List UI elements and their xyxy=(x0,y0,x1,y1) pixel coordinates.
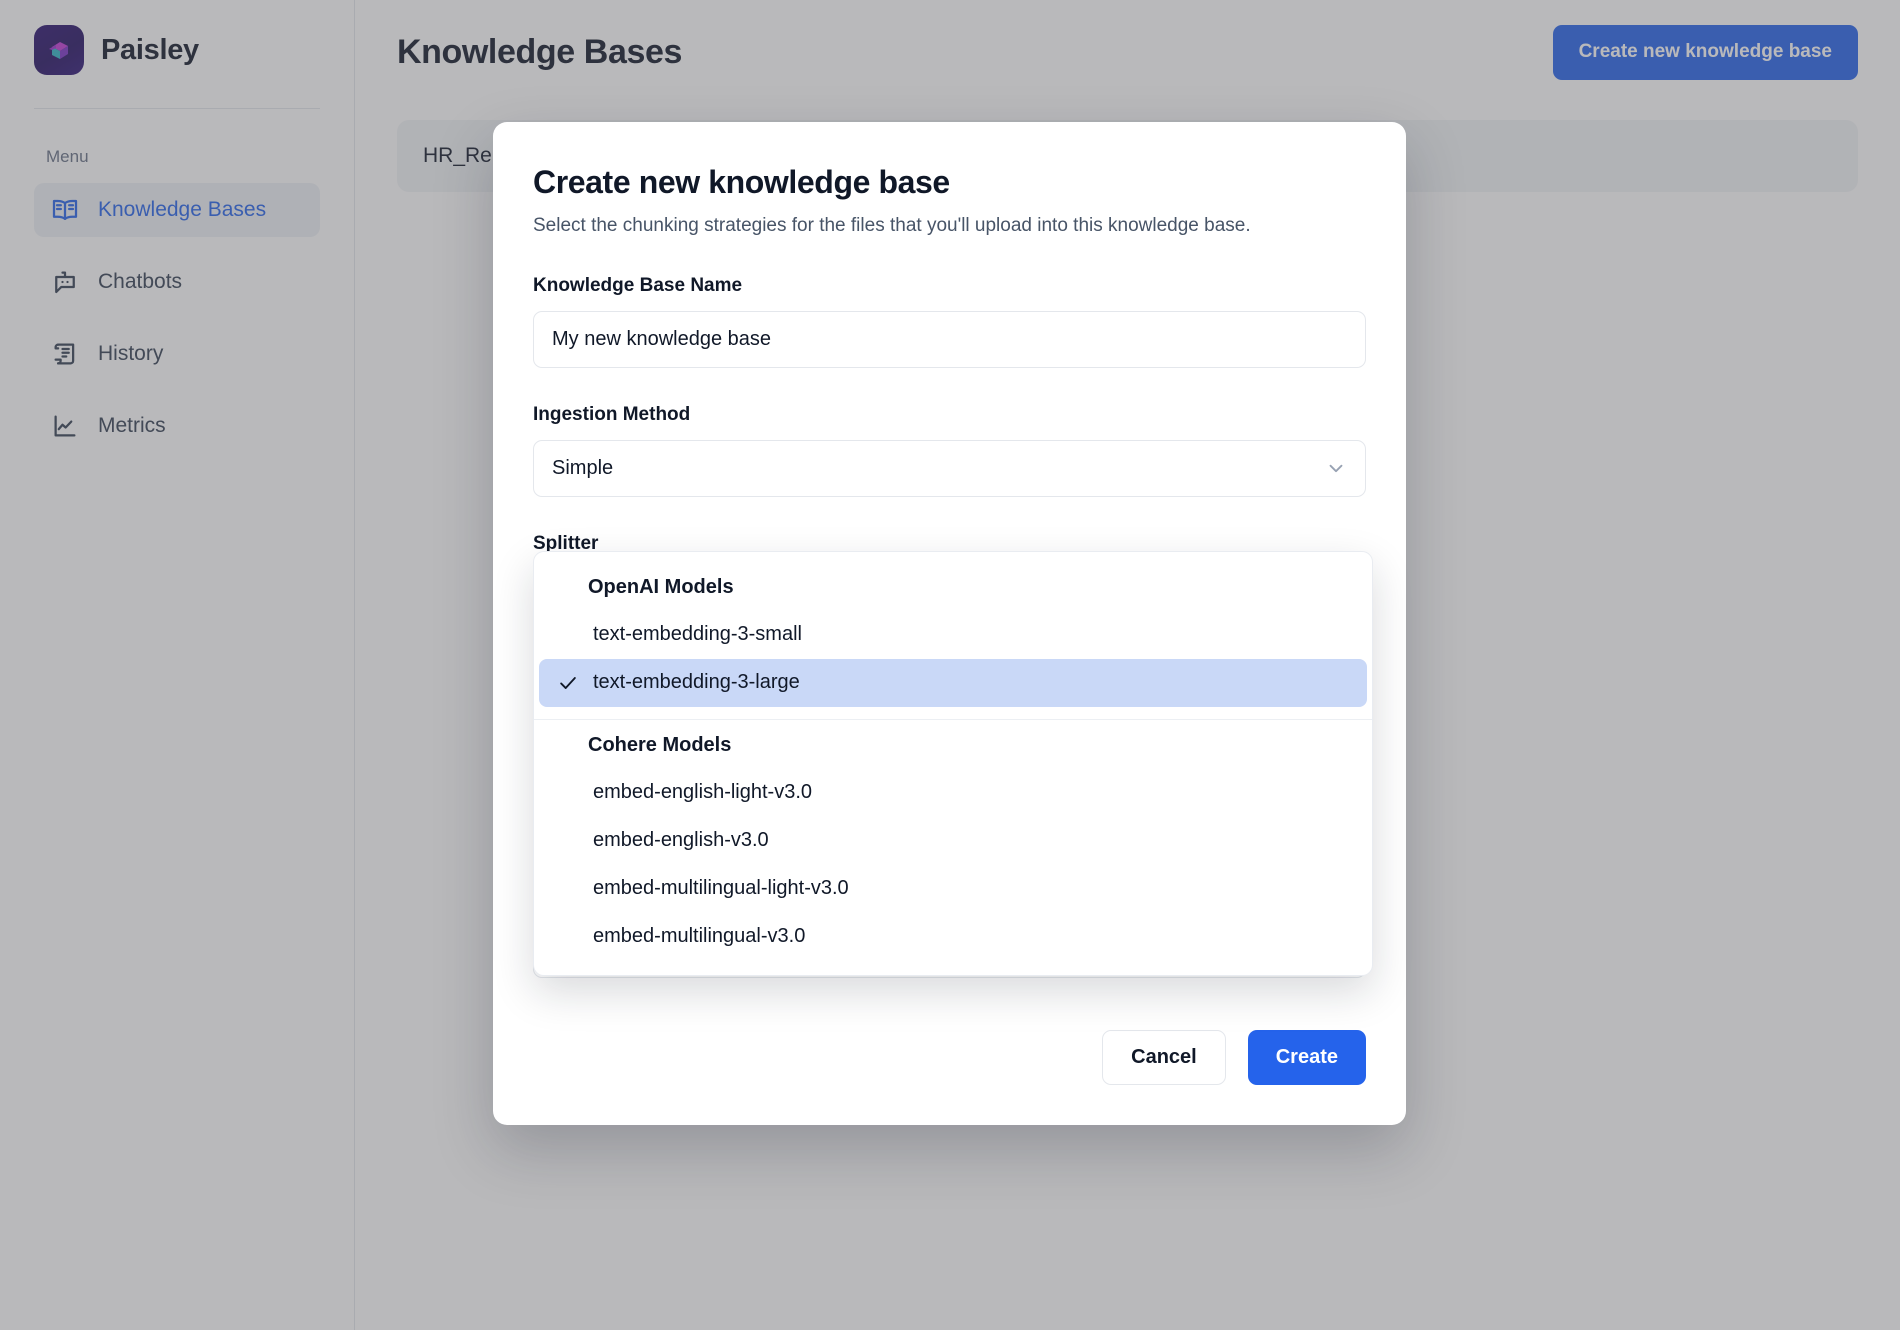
dropdown-option-embed-multilingual-light-v3[interactable]: embed-multilingual-light-v3.0 xyxy=(539,865,1367,913)
dropdown-group-cohere: Cohere Models embed-english-light-v3.0 e… xyxy=(534,720,1372,961)
dropdown-option-embed-multilingual-v3[interactable]: embed-multilingual-v3.0 xyxy=(539,913,1367,961)
create-button[interactable]: Create xyxy=(1247,1029,1366,1085)
ingestion-method-value: Simple xyxy=(552,456,614,479)
dropdown-group-label: OpenAI Models xyxy=(588,575,734,598)
knowledge-base-name-label: Knowledge Base Name xyxy=(533,274,743,296)
dialog-title: Create new knowledge base xyxy=(533,164,950,200)
splitter-field: Splitter OpenAI Models text-embedding-3-… xyxy=(533,533,1373,978)
knowledge-base-name-field: Knowledge Base Name My new knowledge bas… xyxy=(533,275,1366,368)
cancel-button[interactable]: Cancel xyxy=(1102,1029,1226,1085)
ingestion-method-field: Ingestion Method Simple xyxy=(533,404,1366,497)
embedding-model-dropdown: OpenAI Models text-embedding-3-small tex… xyxy=(533,550,1373,976)
knowledge-base-name-input[interactable]: My new knowledge base xyxy=(533,310,1366,368)
dropdown-option-embed-english-light-v3[interactable]: embed-english-light-v3.0 xyxy=(539,769,1367,817)
create-knowledge-base-dialog: Create new knowledge base Select the chu… xyxy=(493,122,1406,1125)
dropdown-option-text-embedding-3-large[interactable]: text-embedding-3-large xyxy=(539,658,1367,707)
dropdown-option-label: embed-english-v3.0 xyxy=(593,829,769,852)
dropdown-option-label: embed-multilingual-light-v3.0 xyxy=(593,877,849,900)
dropdown-option-label: embed-multilingual-v3.0 xyxy=(593,925,806,948)
knowledge-base-name-value: My new knowledge base xyxy=(552,327,772,350)
dialog-actions: Cancel Create xyxy=(533,1029,1366,1085)
ingestion-method-label: Ingestion Method xyxy=(533,403,691,425)
dropdown-option-text-embedding-3-small[interactable]: text-embedding-3-small xyxy=(539,611,1367,659)
ingestion-method-select[interactable]: Simple xyxy=(533,439,1366,497)
dropdown-group-openai: OpenAI Models text-embedding-3-small tex… xyxy=(534,562,1372,707)
dropdown-option-embed-english-v3[interactable]: embed-english-v3.0 xyxy=(539,817,1367,865)
app-root: Paisley Menu Knowledge Bases Chatbots Hi… xyxy=(0,0,1900,1330)
dropdown-option-label: embed-english-light-v3.0 xyxy=(593,781,813,804)
dropdown-option-label: text-embedding-3-small xyxy=(593,623,802,646)
dropdown-option-label: text-embedding-3-large xyxy=(593,671,800,694)
chevron-down-icon xyxy=(1325,457,1347,479)
dropdown-group-label: Cohere Models xyxy=(588,733,732,756)
check-icon xyxy=(557,672,593,694)
dialog-subtitle: Select the chunking strategies for the f… xyxy=(533,215,1251,236)
